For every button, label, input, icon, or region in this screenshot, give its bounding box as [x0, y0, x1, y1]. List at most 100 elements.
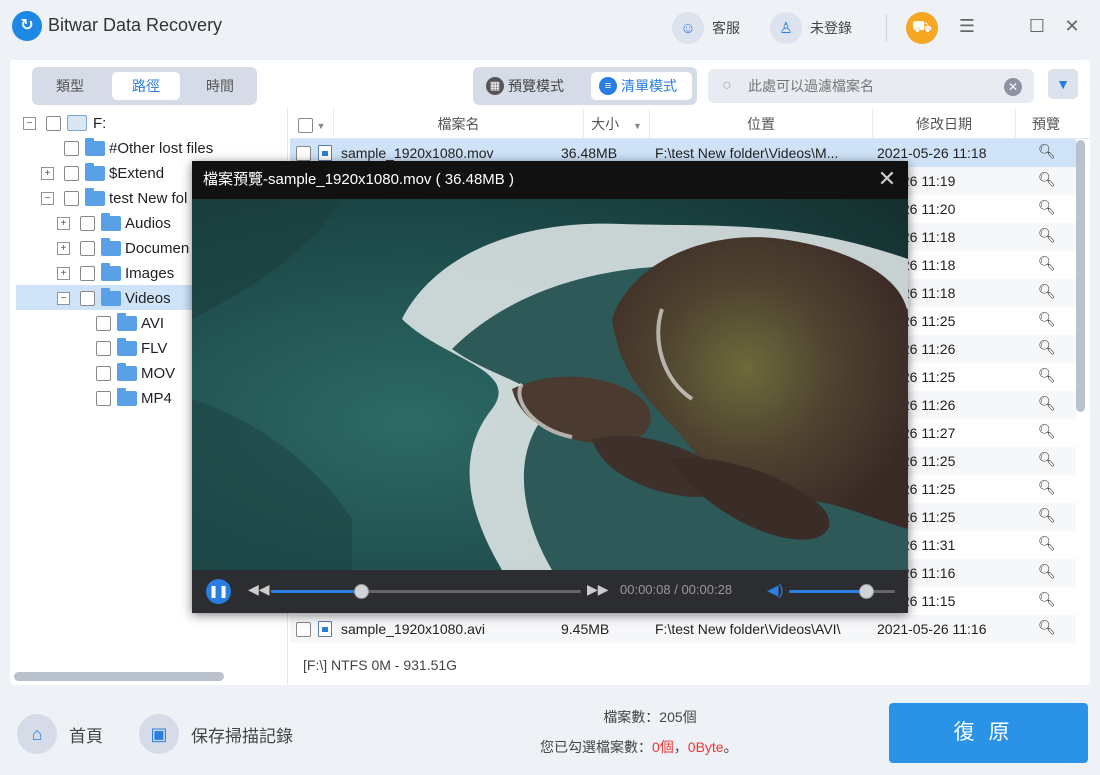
checkbox[interactable] — [80, 240, 95, 256]
folder-icon — [117, 362, 137, 381]
preview-magnifier-icon[interactable]: 🔍︎ — [1038, 536, 1056, 552]
maximize-icon[interactable]: ☐ — [1025, 14, 1049, 38]
tree-item-audios[interactable]: + Audios — [57, 211, 171, 235]
support-button[interactable]: ☺ 客服 — [672, 12, 740, 44]
filter-icon[interactable]: ▼ — [1048, 69, 1078, 99]
home-button[interactable]: ⌂ 首頁 — [17, 714, 103, 754]
preview-magnifier-icon[interactable]: 🔍︎ — [1038, 480, 1056, 496]
checkbox[interactable] — [80, 215, 95, 231]
seek-handle[interactable] — [353, 584, 369, 599]
select-all-checkbox[interactable] — [297, 117, 313, 133]
tree-item-drive[interactable]: − F: — [23, 111, 106, 135]
seek-bar[interactable] — [271, 584, 581, 599]
checkbox[interactable] — [64, 165, 79, 181]
list-mode-button[interactable]: ≡ 清單模式 — [591, 72, 692, 100]
collapse-icon[interactable]: − — [41, 191, 54, 205]
checkbox[interactable] — [96, 315, 111, 331]
preview-mode-button[interactable]: ▦ 預覽模式 — [478, 72, 584, 100]
tree-item-images[interactable]: + Images — [57, 261, 174, 285]
tree-item-mp4[interactable]: MP4 — [96, 386, 172, 410]
header-name[interactable]: 檔案名 — [334, 109, 584, 139]
volume-handle[interactable] — [859, 584, 875, 599]
tree-item-mov[interactable]: MOV — [96, 361, 175, 385]
tree-item-extend[interactable]: + $Extend — [41, 161, 164, 185]
preview-magnifier-icon[interactable]: 🔍︎ — [1038, 144, 1056, 160]
rewind-icon[interactable]: ◀◀ — [248, 581, 270, 598]
tree-item-avi[interactable]: AVI — [96, 311, 164, 335]
tab-time[interactable]: 時間 — [186, 72, 254, 100]
folder-icon — [85, 162, 105, 181]
tree-label: AVI — [141, 314, 165, 332]
row-checkbox[interactable] — [296, 622, 311, 637]
expand-icon[interactable]: + — [57, 216, 70, 230]
login-button[interactable]: ♙ 未登錄 — [770, 12, 852, 44]
preview-magnifier-icon[interactable]: 🔍︎ — [1038, 340, 1056, 356]
sort-icon[interactable]: ▼ — [316, 121, 325, 131]
cart-icon[interactable]: ⛟ — [906, 12, 938, 44]
file-modified: 2021-05-26 11:16 — [877, 621, 987, 637]
expand-icon[interactable]: + — [41, 166, 54, 180]
drive-icon — [67, 115, 87, 131]
header-location[interactable]: 位置 — [650, 109, 873, 139]
separator: ， — [673, 739, 688, 755]
checkbox[interactable] — [96, 340, 111, 356]
collapse-icon[interactable]: − — [23, 116, 36, 130]
preview-magnifier-icon[interactable]: 🔍︎ — [1038, 564, 1056, 580]
tree-item-flv[interactable]: FLV — [96, 336, 167, 360]
tab-path[interactable]: 路徑 — [112, 72, 180, 100]
collapse-icon[interactable]: − — [57, 291, 70, 305]
clear-search-icon[interactable]: ✕ — [1004, 78, 1022, 96]
file-name: sample_1920x1080.avi — [341, 621, 485, 637]
expand-icon[interactable]: + — [57, 241, 70, 255]
header-size[interactable]: 大小 ▼ — [584, 109, 650, 139]
search-box: ○ ✕ — [708, 69, 1034, 103]
preview-magnifier-icon[interactable]: 🔍︎ — [1038, 312, 1056, 328]
tree-item-documents[interactable]: + Documen — [57, 236, 189, 260]
pause-icon[interactable]: ❚❚ — [206, 579, 231, 604]
checkbox[interactable] — [96, 390, 111, 406]
volume-fill — [789, 590, 867, 593]
tree-item-other-lost-files[interactable]: #Other lost files — [64, 136, 213, 160]
table-row[interactable]: sample_1920x1080.avi 9.45MB F:\test New fo… — [290, 615, 1076, 643]
close-icon[interactable]: ✕ — [1060, 14, 1084, 38]
preview-magnifier-icon[interactable]: 🔍︎ — [1038, 172, 1056, 188]
volume-icon[interactable]: ◀) — [767, 581, 784, 599]
preview-magnifier-icon[interactable]: 🔍︎ — [1038, 284, 1056, 300]
list-mode-label: 清單模式 — [621, 78, 677, 94]
preview-magnifier-icon[interactable]: 🔍︎ — [1038, 256, 1056, 272]
save-scan-button[interactable]: ▣ 保存掃描記錄 — [139, 714, 293, 754]
tree-label: Images — [125, 264, 175, 282]
preview-magnifier-icon[interactable]: 🔍︎ — [1038, 592, 1056, 608]
preview-magnifier-icon[interactable]: 🔍︎ — [1038, 368, 1056, 384]
close-preview-icon[interactable]: ✕ — [875, 168, 899, 192]
preview-magnifier-icon[interactable]: 🔍︎ — [1038, 424, 1056, 440]
preview-magnifier-icon[interactable]: 🔍︎ — [1038, 620, 1056, 636]
display-mode-toggle: ▦ 預覽模式 ≡ 清單模式 — [473, 67, 697, 105]
preview-magnifier-icon[interactable]: 🔍︎ — [1038, 200, 1056, 216]
table-vertical-scrollbar[interactable] — [1076, 140, 1085, 412]
preview-magnifier-icon[interactable]: 🔍︎ — [1038, 228, 1056, 244]
tree-horizontal-scrollbar[interactable] — [14, 672, 224, 681]
search-input[interactable] — [748, 75, 998, 97]
checkbox[interactable] — [64, 190, 79, 206]
tree-item-test-new-folder[interactable]: − test New fol — [41, 186, 187, 210]
header-modified[interactable]: 修改日期 — [873, 109, 1016, 139]
checkbox[interactable] — [80, 265, 95, 281]
recover-button[interactable]: 復原 — [889, 703, 1088, 763]
checkbox[interactable] — [96, 365, 111, 381]
row-checkbox[interactable] — [296, 146, 311, 161]
video-frame[interactable] — [192, 199, 908, 570]
checkbox[interactable] — [46, 115, 61, 131]
playback-time: 00:00:08 / 00:00:28 — [620, 582, 733, 597]
fast-forward-icon[interactable]: ▶▶ — [587, 581, 609, 598]
expand-icon[interactable]: + — [57, 266, 70, 280]
checkbox[interactable] — [80, 290, 95, 306]
preview-magnifier-icon[interactable]: 🔍︎ — [1038, 396, 1056, 412]
tab-type[interactable]: 類型 — [36, 72, 104, 100]
menu-icon[interactable]: ☰ — [955, 14, 979, 38]
volume-slider[interactable] — [789, 584, 895, 599]
preview-magnifier-icon[interactable]: 🔍︎ — [1038, 508, 1056, 524]
checkbox[interactable] — [64, 140, 79, 156]
tree-item-videos[interactable]: − Videos — [57, 286, 171, 310]
preview-magnifier-icon[interactable]: 🔍︎ — [1038, 452, 1056, 468]
